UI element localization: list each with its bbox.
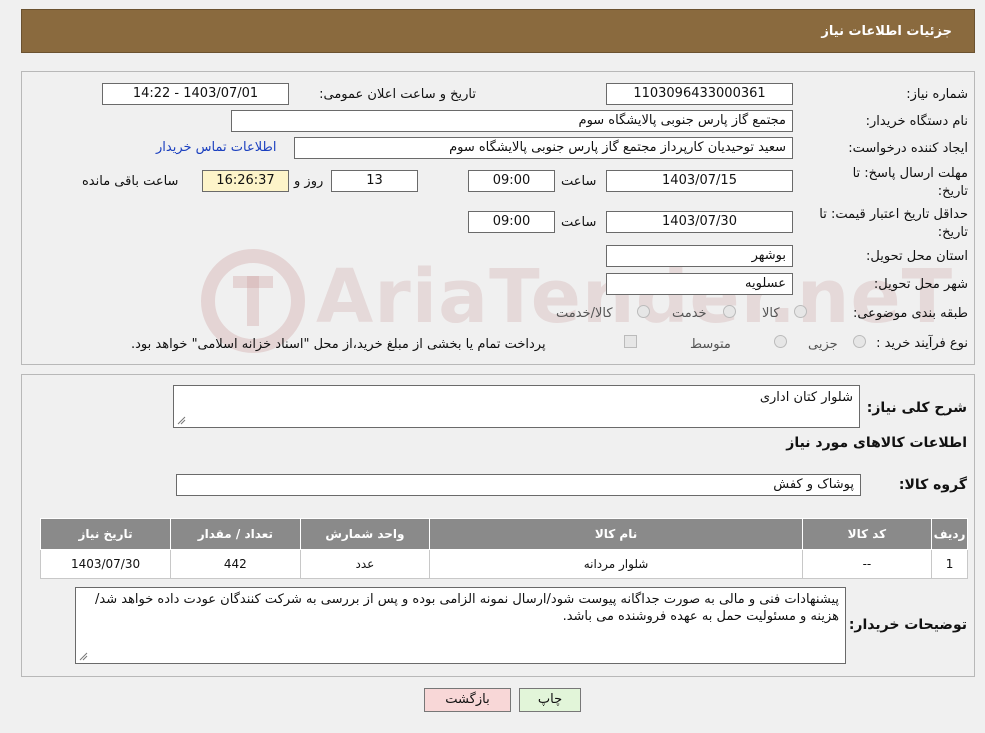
buyer-org-value: مجتمع گاز پارس جنوبی پالایشگاه سوم <box>231 110 793 132</box>
cell-qty: 442 <box>170 549 301 579</box>
validity-label: حداقل تاریخ اعتبار قیمت: تا <box>819 207 968 222</box>
page-title: جزئیات اطلاعات نیاز <box>821 24 952 39</box>
category-service-label: خدمت <box>672 306 707 321</box>
cell-name: شلوار مردانه <box>429 549 803 579</box>
province-value: بوشهر <box>606 245 793 267</box>
announce-label: تاریخ و ساعت اعلان عمومی: <box>319 87 476 102</box>
city-value: عسلویه <box>606 273 793 295</box>
col-header-name: نام کالا <box>429 518 803 550</box>
cell-row: 1 <box>931 549 968 579</box>
process-medium-label: متوسط <box>690 337 731 352</box>
category-label: طبقه بندی موضوعی: <box>852 306 968 321</box>
requester-label: ایجاد کننده درخواست: <box>848 141 968 156</box>
cell-unit: عدد <box>299 549 431 579</box>
goods-table: ردیف کد کالا نام کالا واحد شمارش تعداد /… <box>39 518 968 579</box>
validity-date-value: 1403/07/30 <box>606 211 793 233</box>
process-minor-radio[interactable] <box>853 335 866 348</box>
category-service-radio[interactable] <box>723 305 736 318</box>
deadline-time-value: 09:00 <box>468 170 555 192</box>
col-header-date: تاریخ نیاز <box>39 518 172 550</box>
need-number-label: شماره نیاز: <box>906 87 968 102</box>
deadline-label: مهلت ارسال پاسخ: تا <box>852 166 968 181</box>
goods-group-value: پوشاک و کفش <box>176 474 861 496</box>
buyer-contact-link[interactable]: اطلاعات تماس خریدار <box>156 140 276 155</box>
resize-handle-icon[interactable] <box>177 416 186 425</box>
goods-table-header: ردیف کد کالا نام کالا واحد شمارش تعداد /… <box>39 518 968 550</box>
back-button[interactable]: بازگشت <box>424 688 511 712</box>
buyer-org-label: نام دستگاه خریدار: <box>865 114 968 129</box>
buyer-notes-value: پیشنهادات فنی و مالی به صورت جداگانه پیو… <box>95 592 839 624</box>
cell-code: -- <box>801 549 933 579</box>
col-header-unit: واحد شمارش <box>299 518 431 550</box>
treasury-note: پرداخت تمام یا بخشی از مبلغ خرید،از محل … <box>131 337 546 352</box>
validity-label-date: تاریخ: <box>937 225 968 240</box>
buyer-notes-label: توضیحات خریدار: <box>848 617 967 633</box>
validity-time-label: ساعت <box>561 215 597 230</box>
col-header-code: کد کالا <box>801 518 933 550</box>
announce-value: 1403/07/01 - 14:22 <box>102 83 289 105</box>
need-number-value: 1103096433000361 <box>606 83 793 105</box>
deadline-time-label: ساعت <box>561 174 597 189</box>
remaining-time-label: ساعت باقی مانده <box>82 174 179 189</box>
cell-date: 1403/07/30 <box>39 549 172 579</box>
description-value: شلوار کتان اداری <box>759 390 853 405</box>
category-goods-radio[interactable] <box>794 305 807 318</box>
resize-handle-icon[interactable] <box>79 652 88 661</box>
print-button[interactable]: چاپ <box>519 688 581 712</box>
city-label: شهر محل تحویل: <box>873 277 968 292</box>
days-remaining-value: 13 <box>331 170 418 192</box>
remaining-time-value: 16:26:37 <box>202 170 289 192</box>
category-goods-service-label: کالا/خدمت <box>556 306 613 321</box>
col-header-qty: تعداد / مقدار <box>170 518 301 550</box>
col-header-row: ردیف <box>931 518 968 550</box>
validity-time-value: 09:00 <box>468 211 555 233</box>
category-goods-label: کالا <box>762 306 780 321</box>
process-medium-radio[interactable] <box>774 335 787 348</box>
treasury-checkbox[interactable] <box>624 335 637 348</box>
deadline-date-value: 1403/07/15 <box>606 170 793 192</box>
description-label: شرح کلی نیاز: <box>866 400 967 416</box>
buyer-notes-textarea[interactable]: پیشنهادات فنی و مالی به صورت جداگانه پیو… <box>75 587 846 664</box>
requester-value: سعید توحیدیان کارپرداز مجتمع گاز پارس جن… <box>294 137 793 159</box>
description-textarea[interactable]: شلوار کتان اداری <box>173 385 860 428</box>
days-label: روز و <box>294 174 324 189</box>
province-label: استان محل تحویل: <box>866 249 968 264</box>
category-goods-service-radio[interactable] <box>637 305 650 318</box>
goods-group-label: گروه کالا: <box>898 477 967 493</box>
process-label: نوع فرآیند خرید : <box>876 336 968 351</box>
deadline-label-date: تاریخ: <box>937 184 968 199</box>
table-row: 1 -- شلوار مردانه عدد 442 1403/07/30 <box>39 549 968 579</box>
page-header: جزئیات اطلاعات نیاز <box>21 9 975 53</box>
process-minor-label: جزیی <box>808 337 838 352</box>
goods-section-title: اطلاعات کالاهای مورد نیاز <box>786 435 967 451</box>
